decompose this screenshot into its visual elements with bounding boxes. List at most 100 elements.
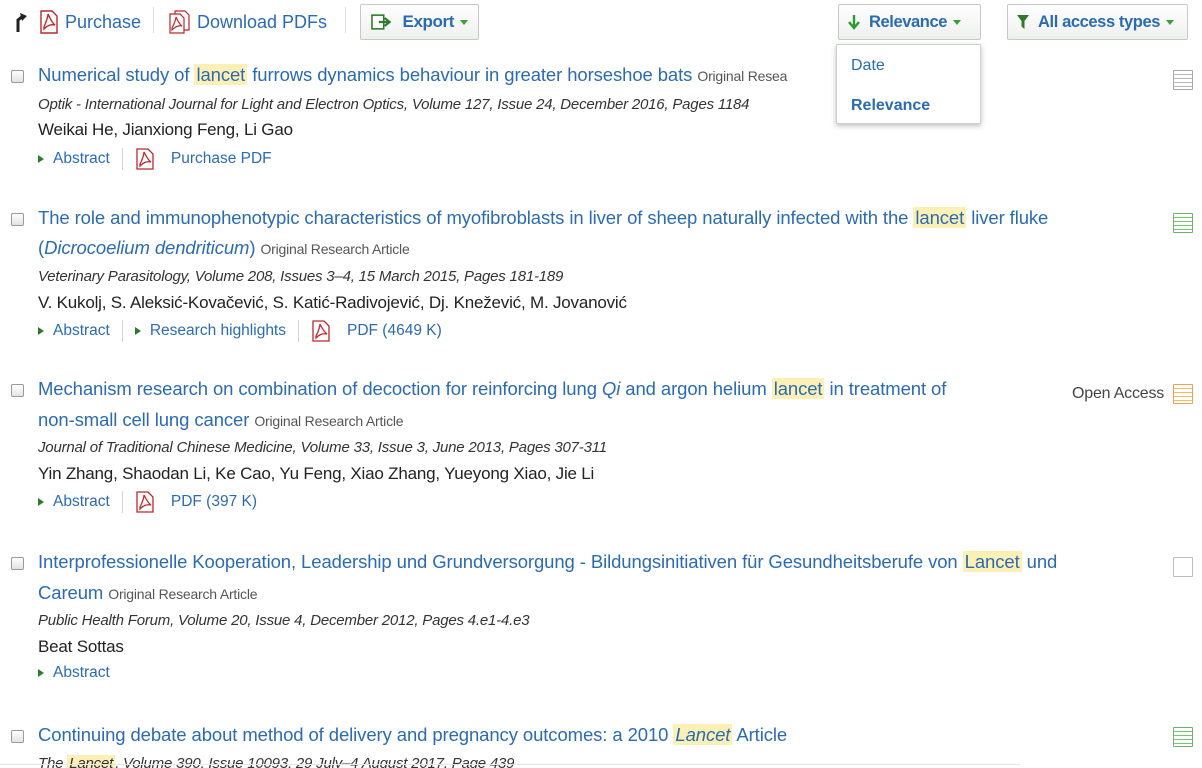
pdf-icon <box>136 148 154 170</box>
title-text: Interprofessionelle Kooperation, Leaders… <box>38 551 963 572</box>
abstract-link[interactable]: Abstract <box>38 493 110 511</box>
page-fold-divider <box>0 764 1020 765</box>
result-actions: Abstract PDF (397 K) <box>38 491 257 513</box>
title-highlight: lancet <box>771 378 825 399</box>
result-source: Journal of Traditional Chinese Medicine,… <box>38 439 607 456</box>
abstract-link[interactable]: Abstract <box>38 150 110 168</box>
document-icon <box>1173 70 1193 90</box>
result-title[interactable]: Continuing debate about method of delive… <box>38 724 787 746</box>
result-checkbox[interactable] <box>11 730 24 743</box>
document-icon <box>1173 727 1193 747</box>
sort-button[interactable]: Relevance <box>838 4 981 40</box>
result-source: Optik - International Journal for Light … <box>38 96 750 113</box>
result-authors: V. Kukolj, S. Aleksić-Kovačević, S. Kati… <box>38 293 627 312</box>
expand-triangle-icon <box>134 327 141 335</box>
sort-option-relevance[interactable]: Relevance <box>851 97 930 115</box>
access-filter-button[interactable]: All access types <box>1007 4 1188 40</box>
article-type: Original Research Article <box>254 413 404 429</box>
multiple-pdf-icon <box>169 10 190 34</box>
title-highlight: lancet <box>194 64 248 85</box>
action-divider <box>121 320 123 342</box>
toolbar-divider <box>345 7 346 33</box>
pdf-download-link[interactable]: PDF (4649 K) <box>311 320 442 342</box>
result-source: Public Health Forum, Volume 20, Issue 4,… <box>38 612 530 629</box>
source-text: The <box>38 755 68 768</box>
sort-option-date[interactable]: Date <box>851 57 885 75</box>
result-authors: Weikai He, Jianxiong Feng, Li Gao <box>38 120 293 139</box>
title-text: und <box>1021 551 1058 572</box>
title-text: The role and immunophenotypic characteri… <box>38 207 914 228</box>
title-text: Mechanism research on combination of dec… <box>38 378 602 399</box>
abstract-link[interactable]: Abstract <box>38 664 110 682</box>
sort-dropdown-menu: Date Relevance <box>836 44 981 124</box>
result-actions: Abstract Research highlights PDF (4649 K… <box>38 320 442 342</box>
pdf-icon <box>136 491 154 513</box>
download-pdfs-button[interactable]: Download PDFs <box>167 10 327 34</box>
title-italic-text: Dicrocoelium dendriticum <box>44 237 250 258</box>
result-title-continued[interactable]: non-small cell lung cancer Original Rese… <box>38 409 404 431</box>
title-text: Continuing debate about method of delive… <box>38 724 674 745</box>
source-text: , Volume 390, Issue 10093, 29 July–4 Aug… <box>115 755 515 768</box>
result-item: Continuing debate about method of delive… <box>0 724 1202 768</box>
pdf-size-label: PDF (397 K) <box>170 493 257 510</box>
abstract-label: Abstract <box>53 664 110 681</box>
pdf-size-label: PDF (4649 K) <box>347 322 442 339</box>
sort-label: Relevance <box>869 12 948 31</box>
result-source: Veterinary Parasitology, Volume 208, Iss… <box>38 268 564 285</box>
title-highlight: Lancet <box>673 724 733 745</box>
research-highlights-label: Research highlights <box>149 322 286 339</box>
title-italic-text: Qi <box>601 378 621 399</box>
result-authors: Yin Zhang, Shaodan Li, Ke Cao, Yu Feng, … <box>38 464 595 483</box>
result-source: The Lancet, Volume 390, Issue 10093, 29 … <box>38 755 515 768</box>
result-checkbox[interactable] <box>11 213 24 226</box>
expand-triangle-icon <box>38 155 44 163</box>
abstract-label: Abstract <box>53 150 110 167</box>
abstract-link[interactable]: Abstract <box>38 322 110 340</box>
expand-triangle-icon <box>38 669 44 677</box>
purchase-label: Purchase <box>65 11 142 32</box>
result-item: Interprofessionelle Kooperation, Leaders… <box>0 551 1202 691</box>
pdf-icon <box>312 320 330 342</box>
result-title-continued[interactable]: (Dicrocoelium dendriticum) Original Rese… <box>38 237 410 259</box>
article-type: Original Research Article <box>108 586 258 602</box>
document-icon <box>1173 557 1193 577</box>
result-title[interactable]: Mechanism research on combination of dec… <box>38 378 946 400</box>
access-filter-label: All access types <box>1038 12 1161 31</box>
pdf-download-link[interactable]: PDF (397 K) <box>135 491 257 513</box>
title-text: Article <box>732 724 788 745</box>
export-button[interactable]: Export <box>360 4 479 40</box>
chevron-down-icon <box>460 19 468 25</box>
result-checkbox[interactable] <box>11 70 24 83</box>
title-text: non-small cell lung cancer <box>38 409 250 430</box>
purchase-pdf-label: Purchase PDF <box>170 150 272 167</box>
title-text: ) <box>249 237 256 258</box>
article-type: Original Research Article <box>260 241 410 257</box>
result-title-continued[interactable]: Careum Original Research Article <box>38 582 258 604</box>
result-actions: Abstract Purchase PDF <box>38 148 272 170</box>
filter-icon <box>1017 15 1029 29</box>
results-toolbar: Purchase Download PDFs Export Relevance <box>0 0 1202 46</box>
chevron-down-icon <box>1166 19 1175 25</box>
title-text: Careum <box>38 582 104 603</box>
result-title[interactable]: The role and immunophenotypic characteri… <box>38 207 1048 229</box>
toolbar-divider <box>153 7 154 33</box>
select-all-arrow-icon[interactable] <box>12 12 28 34</box>
title-text: liver fluke <box>966 207 1049 228</box>
open-access-label: Open Access <box>1072 385 1165 402</box>
export-icon <box>371 14 392 30</box>
purchase-pdf-link[interactable]: Purchase PDF <box>135 148 272 170</box>
title-highlight: Lancet <box>962 551 1022 572</box>
research-highlights-link[interactable]: Research highlights <box>134 322 286 340</box>
result-checkbox[interactable] <box>11 557 24 570</box>
result-title[interactable]: Interprofessionelle Kooperation, Leaders… <box>38 551 1057 573</box>
pdf-icon <box>40 10 58 34</box>
source-highlight: Lancet <box>67 755 116 768</box>
result-title[interactable]: Numerical study of lancet furrows dynami… <box>38 64 787 86</box>
expand-triangle-icon <box>38 498 44 506</box>
expand-triangle-icon <box>38 327 44 335</box>
result-checkbox[interactable] <box>11 384 24 397</box>
purchase-button[interactable]: Purchase <box>38 10 141 34</box>
result-item: Mechanism research on combination of dec… <box>0 378 1202 518</box>
title-text: furrows dynamics behaviour in greater ho… <box>247 64 693 85</box>
article-type: Original Resea <box>697 68 788 84</box>
